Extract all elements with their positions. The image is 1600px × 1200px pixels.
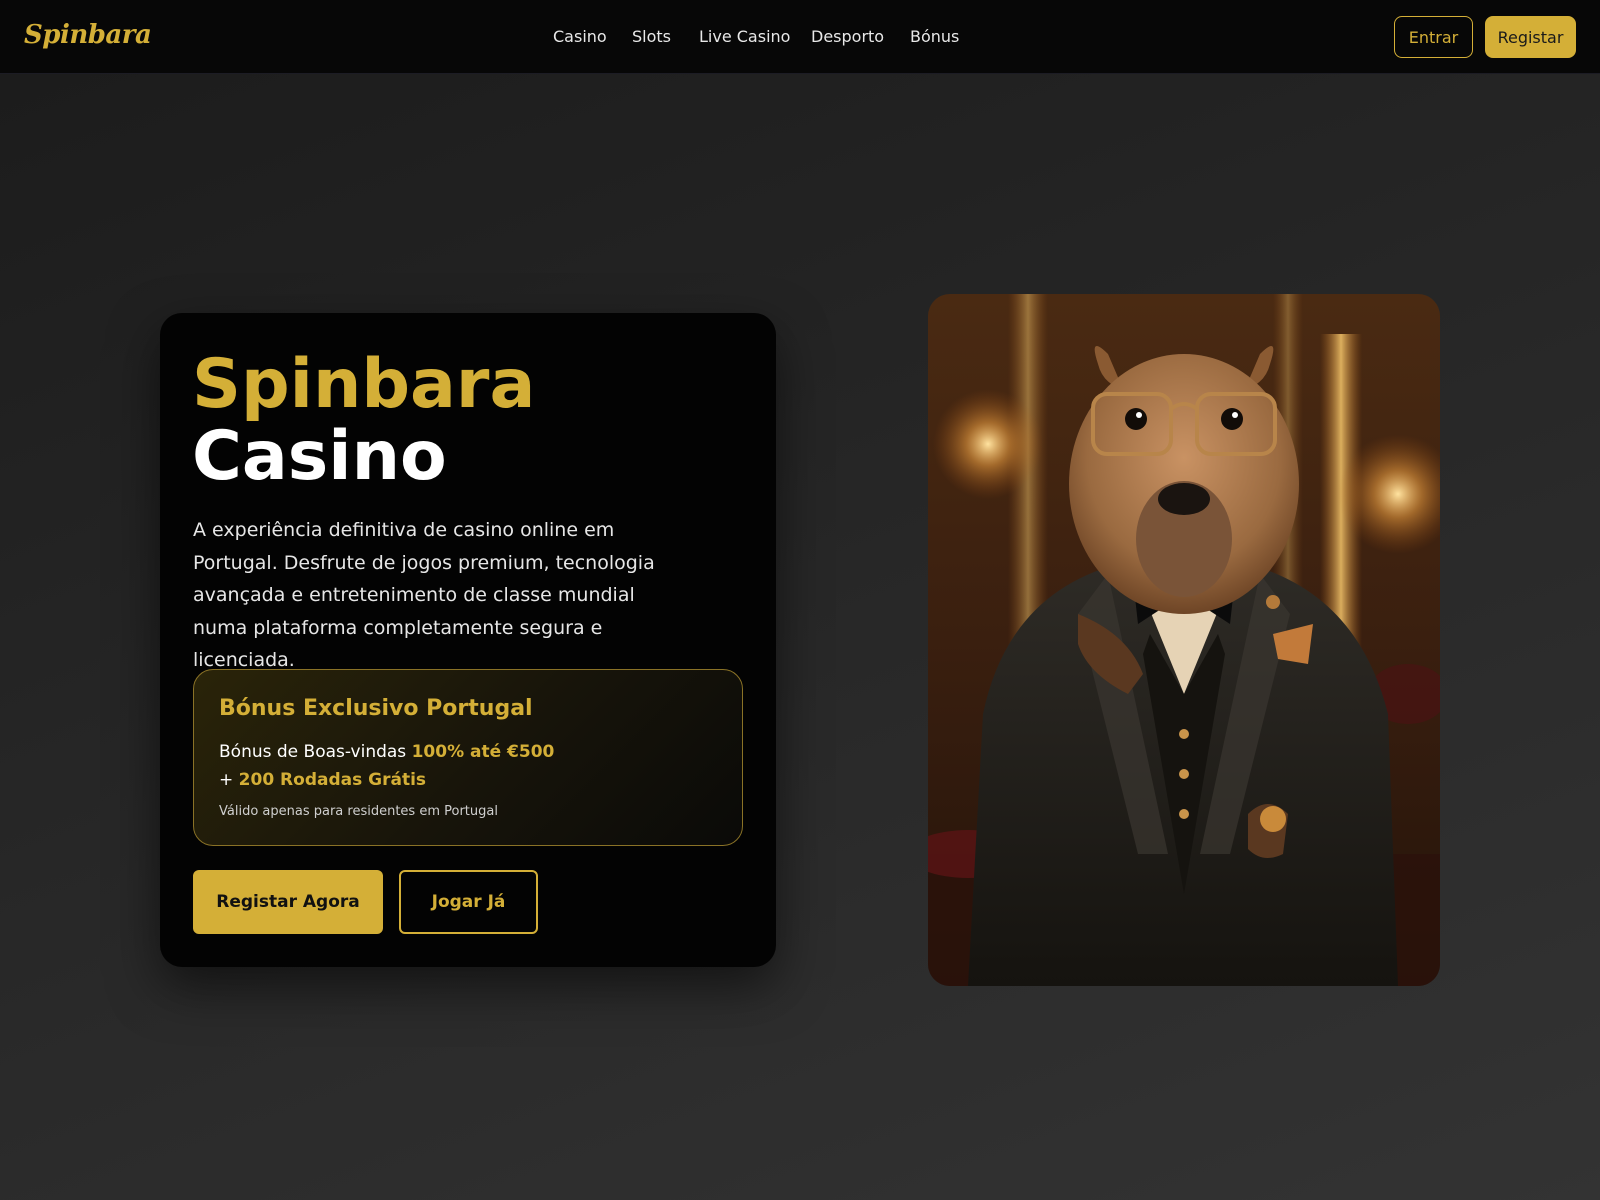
bonus-free-spins-line: + 200 Rodadas Grátis [219, 770, 426, 790]
bonus-title: Bónus Exclusivo Portugal [219, 696, 533, 721]
hero-title-casino: Casino [192, 417, 447, 496]
register-now-button[interactable]: Registar Agora [193, 870, 383, 934]
hero-title-brand: Spinbara [192, 345, 536, 424]
bonus-free-spins: 200 Rodadas Grátis [238, 770, 427, 790]
play-now-button[interactable]: Jogar Já [399, 870, 538, 934]
capybara-mascot-image [928, 294, 1440, 986]
hero-card: Spinbara Casino A experiência definitiva… [160, 313, 776, 967]
bonus-box: Bónus Exclusivo Portugal Bónus de Boas-v… [193, 669, 743, 846]
bonus-welcome-label: Bónus de Boas-vindas [219, 742, 412, 762]
bonus-note: Válido apenas para residentes em Portuga… [219, 804, 498, 819]
main-nav: Casino Slots Live Casino Desporto Bónus [0, 0, 1600, 74]
bonus-welcome-line: Bónus de Boas-vindas 100% até €500 [219, 742, 554, 762]
bonus-plus-sign: + [219, 770, 239, 790]
hero-description: A experiência definitiva de casino onlin… [193, 519, 655, 671]
mascot-illustration [928, 294, 1440, 986]
top-navigation-bar: Spinbara Casino Slots Live Casino Despor… [0, 0, 1600, 74]
nav-item-desporto[interactable]: Desporto [811, 27, 884, 46]
bonus-welcome-amount: 100% até €500 [411, 742, 555, 762]
register-button[interactable]: Registar [1485, 16, 1576, 58]
login-button[interactable]: Entrar [1394, 16, 1473, 58]
nav-item-slots[interactable]: Slots [632, 27, 671, 46]
nav-item-bonus[interactable]: Bónus [910, 27, 959, 46]
nav-item-live-casino[interactable]: Live Casino [699, 27, 790, 46]
nav-item-casino[interactable]: Casino [553, 27, 607, 46]
